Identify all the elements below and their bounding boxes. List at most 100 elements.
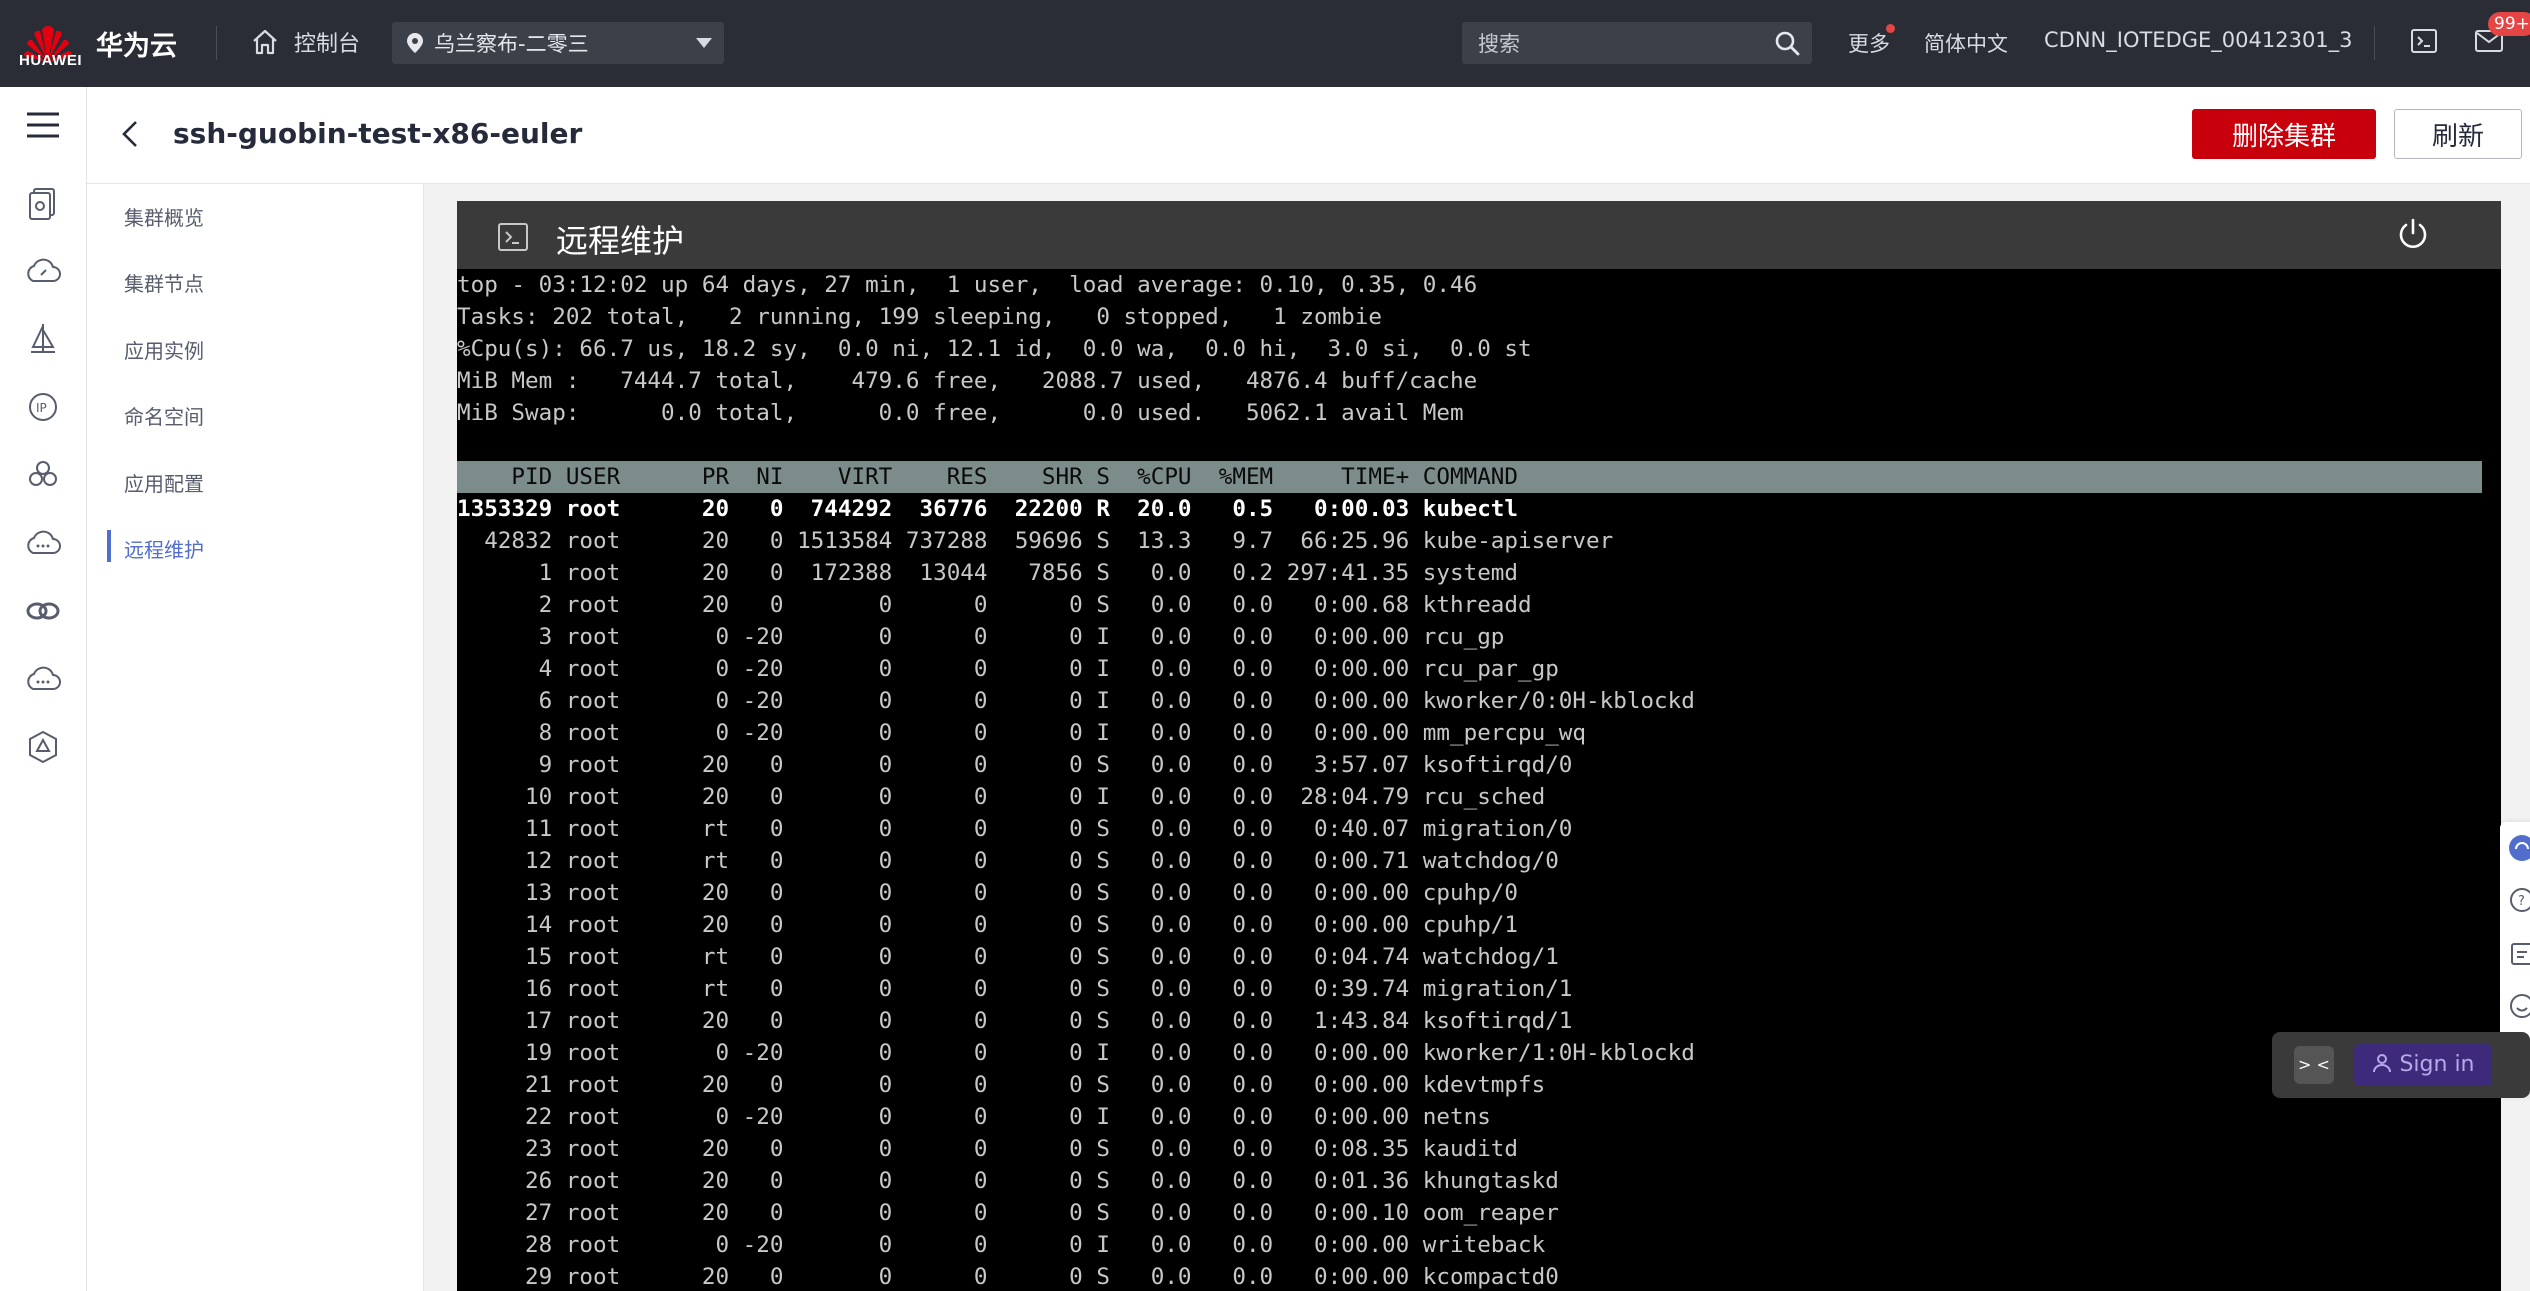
process-row-text: 1353329 root 20 0 744292 36776 22200 R 2… — [457, 496, 1519, 522]
subnav-item-app-instances[interactable]: 应用实例 — [124, 335, 204, 364]
link-icon[interactable] — [25, 593, 61, 629]
help-icon[interactable]: ? — [2508, 886, 2530, 914]
process-row: 26 root 20 0 0 0 0 S 0.0 0.0 0:01.36 khu… — [457, 1165, 1559, 1197]
more-menu[interactable]: 更多 — [1848, 28, 1890, 58]
process-table-header: PID USER PR NI VIRT RES SHR S %CPU %MEM … — [457, 461, 2482, 493]
column-header-text: PID USER PR NI VIRT RES SHR S %CPU %MEM … — [457, 464, 1519, 490]
top-summary-line: %Cpu(s): 66.7 us, 18.2 sy, 0.0 ni, 12.1 … — [457, 333, 1532, 365]
account-name[interactable]: CDNN_IOTEDGE_00412301_3 — [2044, 28, 2353, 52]
console-link[interactable]: 控制台 — [250, 22, 360, 62]
process-row-text: 42832 root 20 0 1513584 737288 59696 S 1… — [457, 528, 1614, 554]
process-row: 19 root 0 -20 0 0 0 I 0.0 0.0 0:00.00 kw… — [457, 1037, 1695, 1069]
subnav-item-namespaces[interactable]: 命名空间 — [124, 401, 204, 430]
ai-icon[interactable] — [25, 729, 61, 765]
summary-text: top - 03:12:02 up 64 days, 27 min, 1 use… — [457, 272, 1478, 298]
cluster-subnav: 集群概览 集群节点 应用实例 命名空间 应用配置 远程维护 — [87, 184, 424, 1291]
search-box — [1462, 22, 1812, 66]
process-row: 27 root 20 0 0 0 0 S 0.0 0.0 0:00.10 oom… — [457, 1197, 1559, 1229]
dashboard-cloud-icon[interactable] — [25, 253, 61, 289]
process-row-text: 13 root 20 0 0 0 0 S 0.0 0.0 0:00.00 cpu… — [457, 880, 1519, 906]
top-summary-line: MiB Mem : 7444.7 total, 479.6 free, 2088… — [457, 365, 1477, 397]
svg-text:?: ? — [2518, 894, 2525, 909]
signin-widget: > < Sign in — [2272, 1032, 2530, 1098]
top-summary-line: Tasks: 202 total, 2 running, 199 sleepin… — [457, 301, 1382, 333]
menu-icon[interactable] — [25, 107, 61, 143]
delete-cluster-button[interactable]: 删除集群 — [2192, 109, 2376, 159]
summary-text: %Cpu(s): 66.7 us, 18.2 sy, 0.0 ni, 12.1 … — [457, 336, 1532, 362]
summary-text: MiB Swap: 0.0 total, 0.0 free, 0.0 used.… — [457, 400, 1464, 426]
terminal-panel-header — [457, 201, 2501, 269]
feedback-icon[interactable] — [2508, 940, 2530, 968]
process-row-text: 9 root 20 0 0 0 0 S 0.0 0.0 3:57.07 ksof… — [457, 752, 1573, 778]
sail-icon[interactable] — [25, 321, 61, 357]
process-row: 8 root 0 -20 0 0 0 I 0.0 0.0 0:00.00 mm_… — [457, 717, 1586, 749]
process-row-text: 17 root 20 0 0 0 0 S 0.0 0.0 1:43.84 kso… — [457, 1008, 1573, 1034]
process-row: 10 root 20 0 0 0 0 I 0.0 0.0 28:04.79 rc… — [457, 781, 1545, 813]
process-row: 9 root 20 0 0 0 0 S 0.0 0.0 3:57.07 ksof… — [457, 749, 1573, 781]
process-row: 15 root rt 0 0 0 0 S 0.0 0.0 0:04.74 wat… — [457, 941, 1559, 973]
region-select[interactable]: 乌兰察布-二零三 — [392, 22, 724, 64]
process-row: 29 root 20 0 0 0 0 S 0.0 0.0 0:00.00 kco… — [457, 1261, 1559, 1291]
subnav-item-app-config[interactable]: 应用配置 — [124, 468, 204, 497]
active-indicator — [107, 530, 111, 562]
search-input[interactable] — [1462, 22, 1780, 66]
page-title: ssh-guobin-test-x86-euler — [173, 117, 583, 150]
process-row-text: 27 root 20 0 0 0 0 S 0.0 0.0 0:00.10 oom… — [457, 1200, 1559, 1226]
sign-in-button[interactable]: Sign in — [2354, 1044, 2492, 1086]
cluster-cloud-icon[interactable] — [25, 457, 61, 493]
assistant-avatar: > < — [2294, 1046, 2334, 1084]
process-row-text: 19 root 0 -20 0 0 0 I 0.0 0.0 0:00.00 kw… — [457, 1040, 1695, 1066]
process-row-text: 29 root 20 0 0 0 0 S 0.0 0.0 0:00.00 kco… — [457, 1264, 1559, 1290]
process-row: 1353329 root 20 0 744292 36776 22200 R 2… — [457, 493, 1518, 525]
top-summary-line: top - 03:12:02 up 64 days, 27 min, 1 use… — [457, 269, 1477, 301]
top-summary-line: MiB Swap: 0.0 total, 0.0 free, 0.0 used.… — [457, 397, 1464, 429]
process-row: 21 root 20 0 0 0 0 S 0.0 0.0 0:00.00 kde… — [457, 1069, 1545, 1101]
ip-icon[interactable]: IP — [25, 389, 61, 425]
process-row-text: 8 root 0 -20 0 0 0 I 0.0 0.0 0:00.00 mm_… — [457, 720, 1587, 746]
process-row-text: 6 root 0 -20 0 0 0 I 0.0 0.0 0:00.00 kwo… — [457, 688, 1695, 714]
process-row: 11 root rt 0 0 0 0 S 0.0 0.0 0:40.07 mig… — [457, 813, 1572, 845]
customer-service-icon[interactable] — [2508, 834, 2530, 862]
summary-text: Tasks: 202 total, 2 running, 199 sleepin… — [457, 304, 1382, 330]
message-count-badge: 99+ — [2488, 12, 2530, 36]
refresh-button[interactable]: 刷新 — [2394, 109, 2522, 159]
subnav-item-nodes[interactable]: 集群节点 — [124, 268, 204, 297]
process-row: 13 root 20 0 0 0 0 S 0.0 0.0 0:00.00 cpu… — [457, 877, 1518, 909]
svg-text:IP: IP — [36, 401, 47, 415]
process-row: 23 root 20 0 0 0 0 S 0.0 0.0 0:08.35 kau… — [457, 1133, 1518, 1165]
process-row: 42832 root 20 0 1513584 737288 59696 S 1… — [457, 525, 1613, 557]
process-row-text: 11 root rt 0 0 0 0 S 0.0 0.0 0:40.07 mig… — [457, 816, 1573, 842]
process-row-text: 22 root 0 -20 0 0 0 I 0.0 0.0 0:00.00 ne… — [457, 1104, 1491, 1130]
subnav-item-remote-maintenance[interactable]: 远程维护 — [124, 534, 204, 563]
process-row-text: 23 root 20 0 0 0 0 S 0.0 0.0 0:08.35 kau… — [457, 1136, 1519, 1162]
process-row: 3 root 0 -20 0 0 0 I 0.0 0.0 0:00.00 rcu… — [457, 621, 1505, 653]
cluster-icon[interactable] — [25, 185, 61, 221]
process-row: 22 root 0 -20 0 0 0 I 0.0 0.0 0:00.00 ne… — [457, 1101, 1491, 1133]
topbar-divider — [2374, 26, 2375, 60]
power-icon[interactable] — [2395, 216, 2431, 252]
search-icon[interactable] — [1774, 30, 1800, 56]
smile-icon[interactable] — [2508, 992, 2530, 1020]
subnav-item-overview[interactable]: 集群概览 — [124, 202, 204, 231]
brand-name[interactable]: 华为云 — [96, 24, 177, 63]
language-switch[interactable]: 简体中文 — [1924, 28, 2008, 58]
process-row: 6 root 0 -20 0 0 0 I 0.0 0.0 0:00.00 kwo… — [457, 685, 1695, 717]
topbar-divider — [216, 26, 217, 60]
cloud-chat-icon[interactable] — [25, 525, 61, 561]
process-row: 1 root 20 0 172388 13044 7856 S 0.0 0.2 … — [457, 557, 1518, 589]
back-arrow-icon[interactable] — [115, 114, 145, 154]
process-row-text: 28 root 0 -20 0 0 0 I 0.0 0.0 0:00.00 wr… — [457, 1232, 1546, 1258]
cloud-dots-icon[interactable] — [25, 661, 61, 697]
process-row-text: 12 root rt 0 0 0 0 S 0.0 0.0 0:00.71 wat… — [457, 848, 1559, 874]
user-icon — [2373, 1054, 2392, 1073]
sign-in-label: Sign in — [2399, 1052, 2475, 1077]
terminal-panel-title: 远程维护 — [556, 222, 685, 260]
terminal-icon[interactable] — [2410, 28, 2438, 54]
notification-dot — [1886, 24, 1895, 33]
terminal-output[interactable]: PID USER PR NI VIRT RES SHR S %CPU %MEM … — [457, 269, 2501, 1291]
process-row: 2 root 20 0 0 0 0 S 0.0 0.0 0:00.68 kthr… — [457, 589, 1532, 621]
process-row-text: 3 root 0 -20 0 0 0 I 0.0 0.0 0:00.00 rcu… — [457, 624, 1505, 650]
process-row: 12 root rt 0 0 0 0 S 0.0 0.0 0:00.71 wat… — [457, 845, 1559, 877]
process-row-text: 26 root 20 0 0 0 0 S 0.0 0.0 0:01.36 khu… — [457, 1168, 1559, 1194]
console-window-icon — [498, 223, 528, 251]
